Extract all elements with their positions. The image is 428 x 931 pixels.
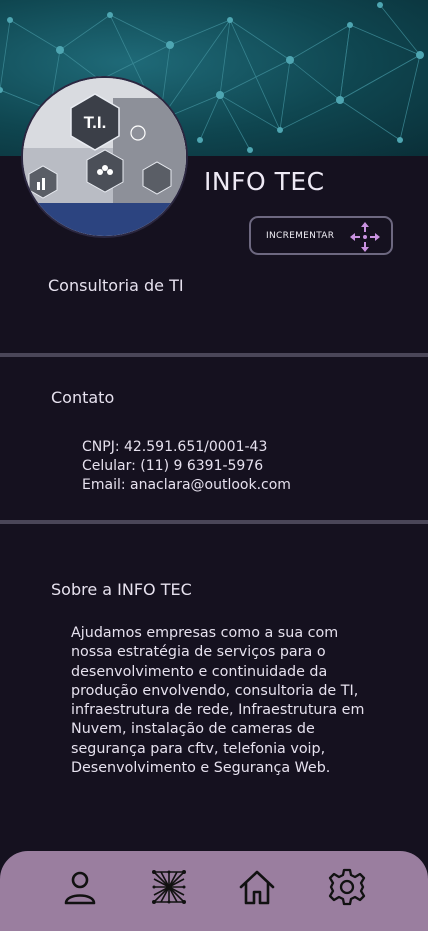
it-badge-text: T.I. xyxy=(84,113,107,132)
about-section-title: Sobre a INFO TEC xyxy=(51,580,192,599)
phone-text: Celular: (11) 9 6391-5976 xyxy=(82,458,264,474)
email-text: Email: anaclara@outlook.com xyxy=(82,477,291,493)
increment-button[interactable]: INCREMENTAR xyxy=(249,216,393,255)
network-icon xyxy=(152,870,186,904)
it-services-image: T.I. xyxy=(23,78,186,236)
home-icon xyxy=(239,870,275,905)
company-tagline: Consultoria de TI xyxy=(48,276,184,295)
cnpj-text: CNPJ: 42.591.651/0001-43 xyxy=(82,439,268,455)
company-avatar: T.I. xyxy=(21,76,188,238)
nav-item-settings[interactable] xyxy=(327,867,367,907)
section-divider xyxy=(0,353,428,357)
bottom-navigation xyxy=(0,851,428,931)
section-divider xyxy=(0,520,428,524)
move-arrows-icon xyxy=(350,222,380,252)
brand-title: INFO TEC xyxy=(204,167,325,196)
about-description: Ajudamos empresas como a sua com nossa e… xyxy=(71,625,365,777)
increment-button-label: INCREMENTAR xyxy=(266,230,335,241)
gear-icon xyxy=(328,868,366,906)
user-icon xyxy=(64,871,96,905)
nav-item-profile[interactable] xyxy=(60,867,100,907)
contact-section-title: Contato xyxy=(51,388,115,407)
nav-item-network[interactable] xyxy=(149,867,189,907)
nav-item-home[interactable] xyxy=(237,867,277,907)
contact-info: CNPJ: 42.591.651/0001-43 Celular: (11) 9… xyxy=(82,438,291,495)
